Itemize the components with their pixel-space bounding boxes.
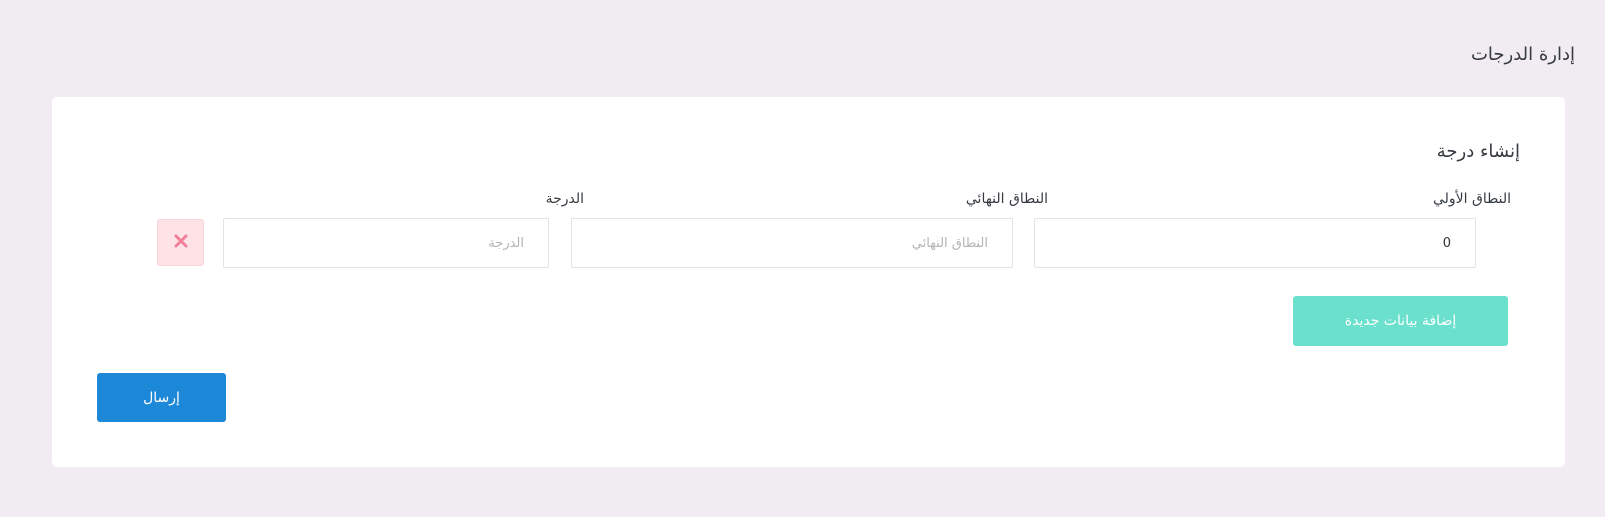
- form-title: إنشاء درجة: [1436, 141, 1520, 162]
- grade-form-card: إنشاء درجة النطاق الأولي النطاق النهائي …: [52, 97, 1565, 467]
- end-range-label: النطاق النهائي: [965, 191, 1048, 207]
- close-icon: [174, 233, 188, 252]
- grade-label: الدرجة: [545, 191, 584, 207]
- remove-row-button[interactable]: [157, 219, 204, 266]
- grade-input[interactable]: [223, 218, 549, 268]
- end-range-input[interactable]: [571, 218, 1013, 268]
- submit-button[interactable]: إرسال: [97, 373, 226, 422]
- start-range-label: النطاق الأولي: [1432, 191, 1511, 207]
- start-range-input[interactable]: [1034, 218, 1476, 268]
- add-new-data-button[interactable]: إضافة بيانات جديدة: [1293, 296, 1508, 346]
- page-title: إدارة الدرجات: [1470, 44, 1575, 65]
